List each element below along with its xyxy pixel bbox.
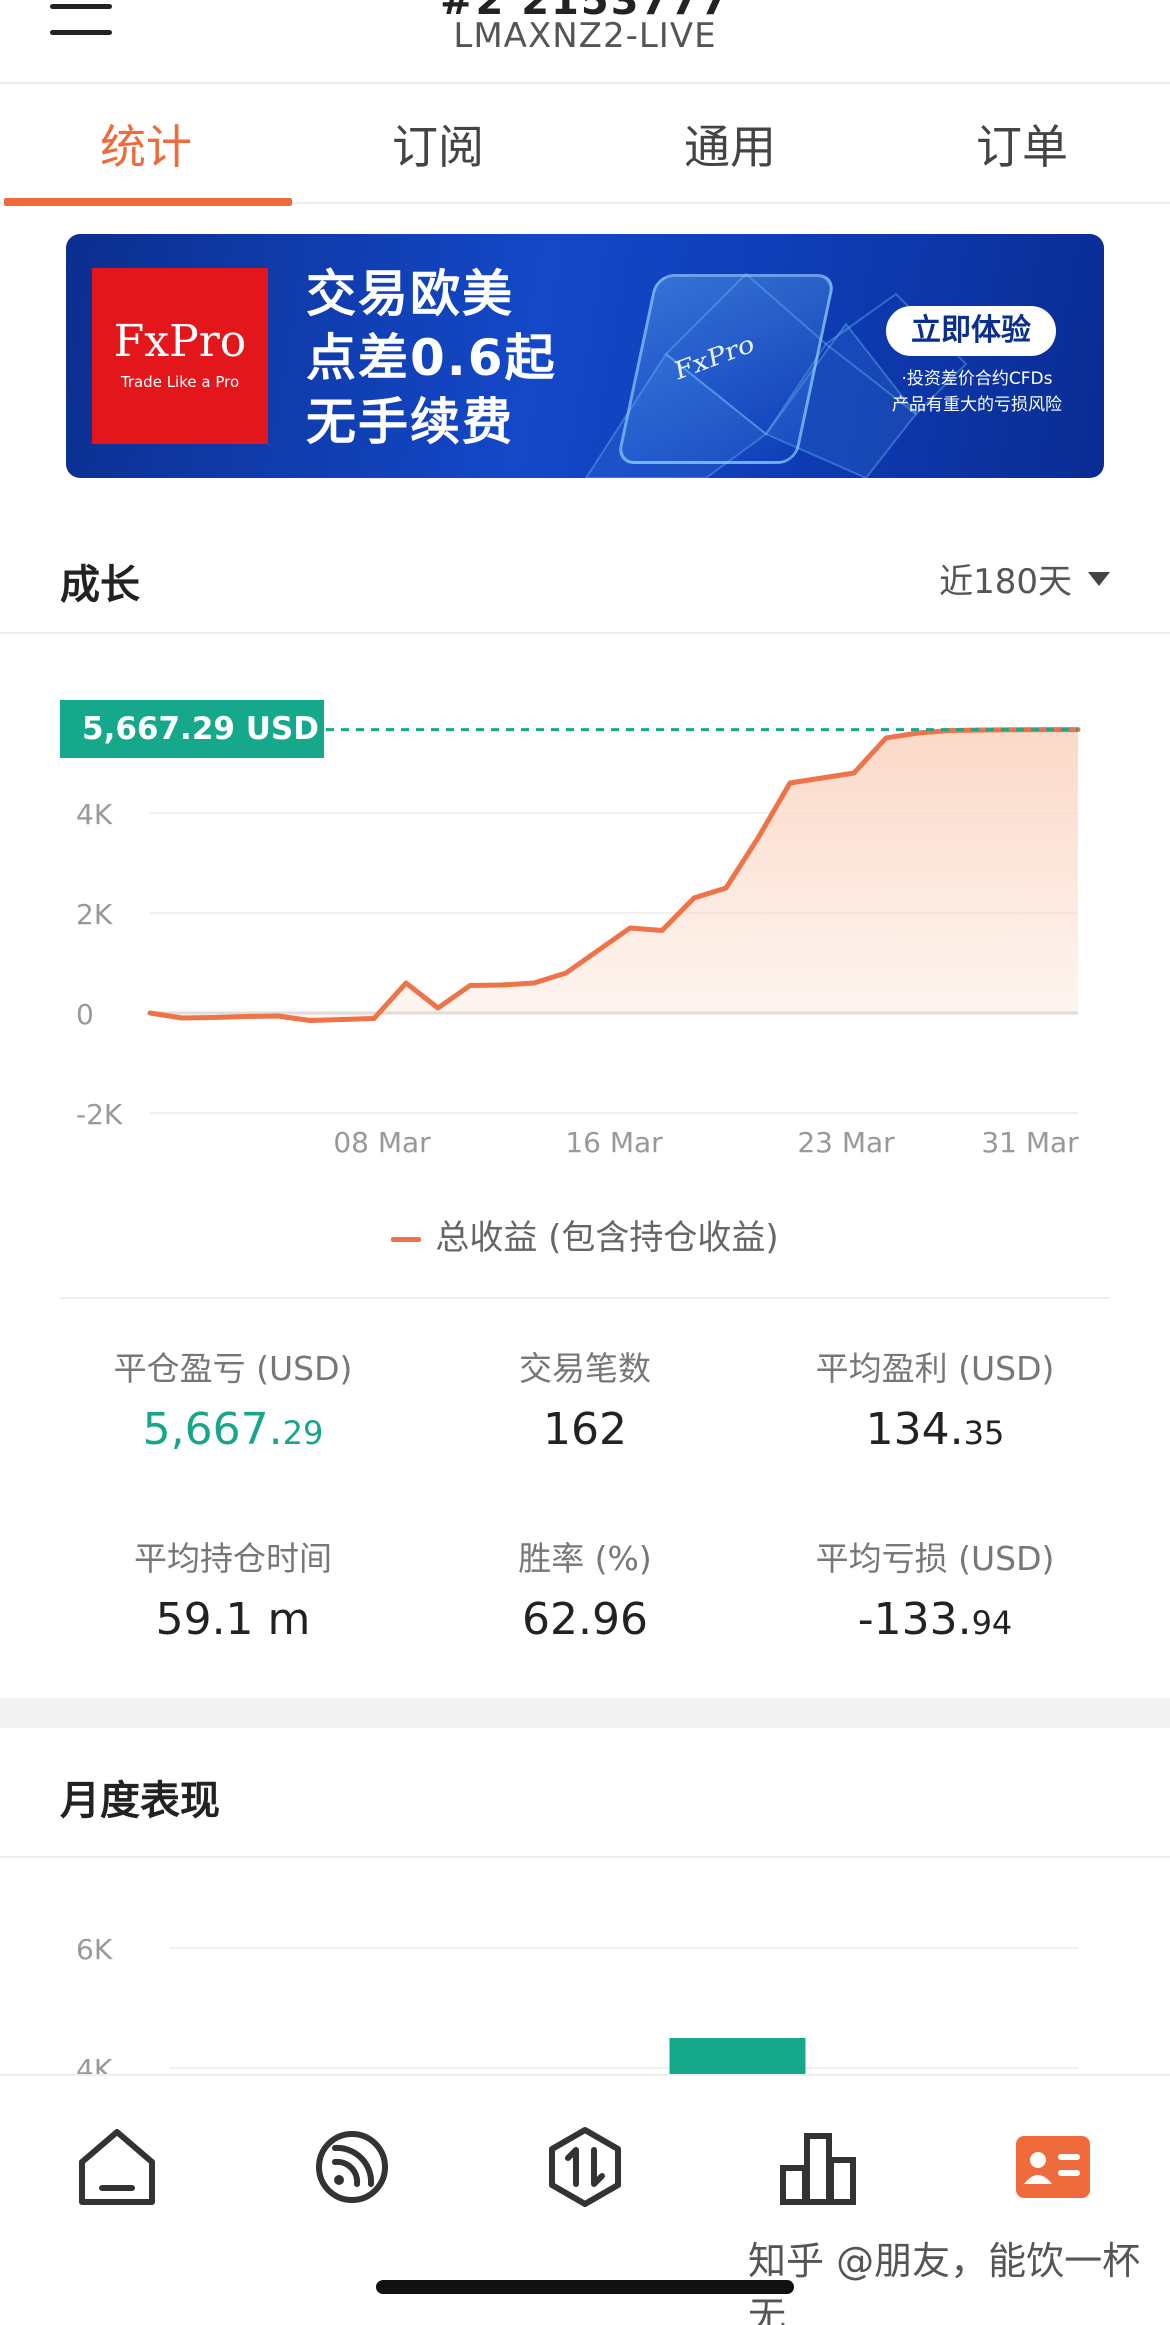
app-header: #2 2153777 LMAXNZ2-LIVE xyxy=(0,0,1170,84)
monthly-chart-svg: 6K4K xyxy=(76,1933,1078,2078)
legend-label: 总收益 (包含持仓收益) xyxy=(435,1218,779,1258)
stat-avg-loss: 平均亏损 (USD) -133.94 xyxy=(815,1539,1055,1645)
y-tick-label: 0 xyxy=(76,998,94,1031)
current-value-tag: 5,667.29 USD xyxy=(60,700,324,758)
watermark-text: 知乎 @朋友，能饮一杯无 xyxy=(748,2239,1141,2325)
chart-legend: 总收益 (包含持仓收益) xyxy=(0,1210,1170,1259)
y-tick-label: 2K xyxy=(76,898,113,931)
stat-closed-pnl: 平仓盈亏 (USD) 5,667.29 xyxy=(113,1349,353,1455)
stat-avg-hold-time: 平均持仓时间 59.1 m xyxy=(134,1539,332,1645)
x-tick-label: 16 Mar xyxy=(565,1126,663,1159)
monthly-chart: 6K 4K xyxy=(0,1858,1170,2078)
monthly-header: 月度表现 xyxy=(0,1728,1170,1858)
bar xyxy=(669,2038,806,2078)
growth-header: 成长 近180天 xyxy=(0,518,1170,634)
x-tick-label: 23 Mar xyxy=(797,1126,895,1159)
banner-headline: 交易欧美 点差0.6起 无手续费 xyxy=(306,265,557,451)
tab-bar: 统计 订阅 通用 订单 xyxy=(0,84,1170,206)
y-tick-label: 6K xyxy=(76,1933,113,1966)
x-tick-label: 31 Mar xyxy=(981,1126,1079,1159)
server-name: LMAXNZ2-LIVE xyxy=(453,16,717,56)
divider xyxy=(60,1297,1110,1299)
monthly-title: 月度表现 xyxy=(60,1778,220,1824)
banner-disclaimer: ·投资差价合约CFDs 产品有重大的亏损风险 xyxy=(892,369,1062,415)
nav-feed[interactable] xyxy=(307,2122,397,2212)
y-tick-label: 4K xyxy=(76,798,113,831)
section-separator xyxy=(0,1698,1170,1728)
home-indicator xyxy=(376,2280,794,2294)
tab-statistics[interactable]: 统计 xyxy=(0,84,292,206)
trade-icon xyxy=(549,2127,621,2207)
home-icon xyxy=(79,2129,155,2205)
range-dropdown[interactable]: 近180天 xyxy=(939,554,1110,603)
tab-general[interactable]: 通用 xyxy=(584,84,876,204)
nav-home[interactable] xyxy=(72,2122,162,2212)
chevron-down-icon xyxy=(1088,571,1110,586)
feed-icon xyxy=(316,2131,388,2203)
promo-banner[interactable]: FxPro Trade Like a Pro 交易欧美 点差0.6起 无手续费 … xyxy=(66,234,1104,478)
nav-trade[interactable] xyxy=(540,2122,630,2212)
growth-title: 成长 xyxy=(60,562,140,608)
stat-avg-profit: 平均盈利 (USD) 134.35 xyxy=(815,1349,1055,1455)
tab-subscribe[interactable]: 订阅 xyxy=(292,84,584,204)
profile-card-icon xyxy=(1016,2136,1090,2198)
chart-icon xyxy=(780,2133,856,2205)
nav-profile[interactable] xyxy=(1008,2122,1098,2212)
fxpro-logo: FxPro Trade Like a Pro xyxy=(92,268,268,444)
y-tick-label: -2K xyxy=(76,1098,123,1131)
tab-orders[interactable]: 订单 xyxy=(876,84,1168,204)
series-area xyxy=(150,729,1078,1021)
stat-trade-count: 交易笔数 162 xyxy=(519,1349,651,1455)
nav-ranking[interactable] xyxy=(773,2122,863,2212)
x-tick-label: 08 Mar xyxy=(333,1126,431,1159)
stat-win-rate: 胜率 (%) 62.96 xyxy=(518,1539,652,1645)
legend-swatch xyxy=(391,1237,422,1242)
range-value: 近180天 xyxy=(939,562,1072,602)
growth-chart: 4K 2K 0 -2K 08 Mar 16 Mar 23 Mar 31 Mar 5,667.2… xyxy=(0,640,1170,1300)
banner-cta-button[interactable]: 立即体验 xyxy=(886,306,1056,356)
